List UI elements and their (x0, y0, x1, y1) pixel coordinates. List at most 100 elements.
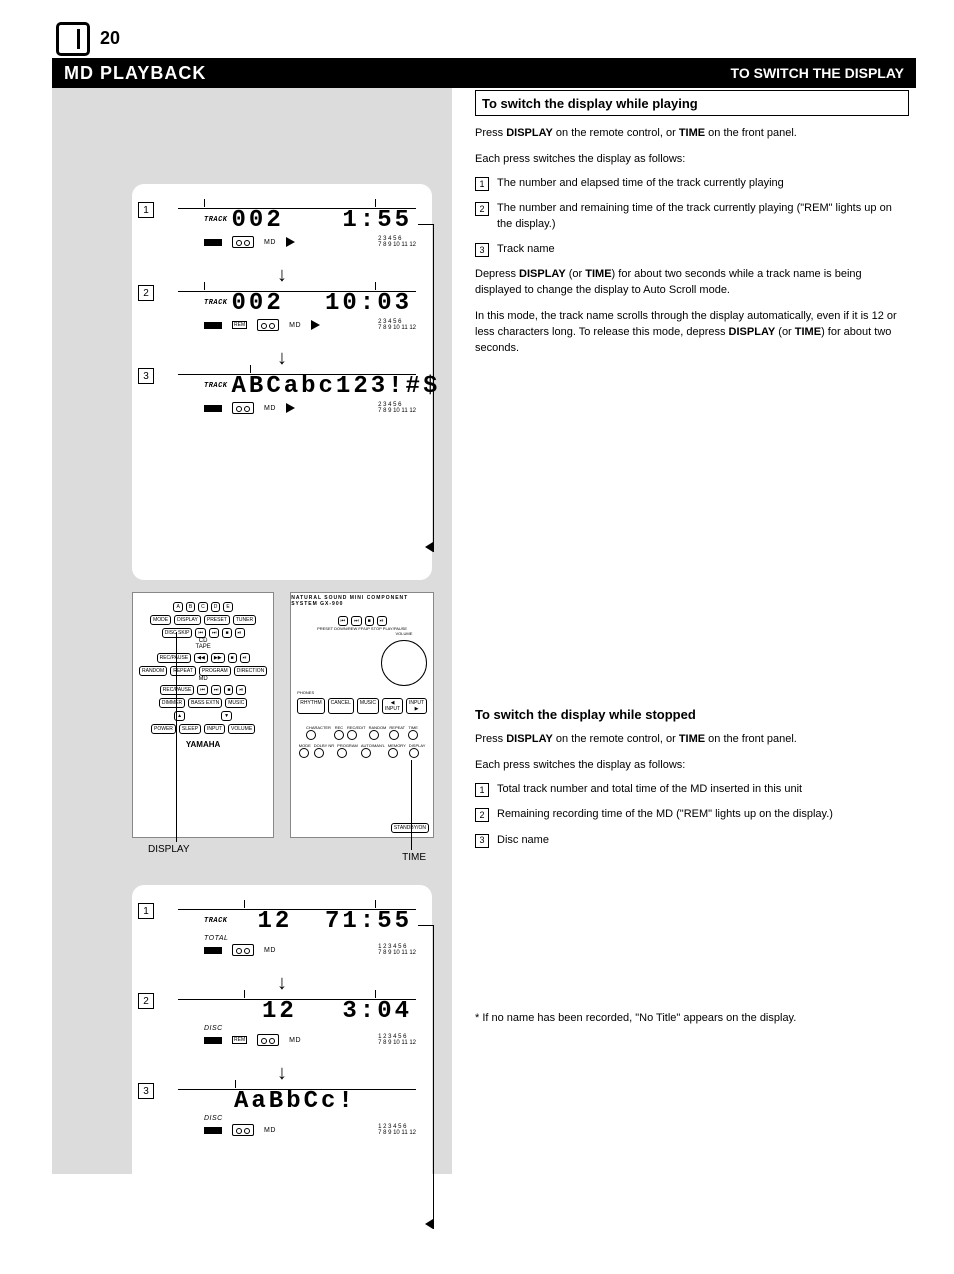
fp-btn[interactable]: MUSIC (357, 698, 379, 714)
remote-btn[interactable]: ⏭ (211, 685, 222, 695)
note-text: Depress DISPLAY (or TIME) for about two … (475, 267, 909, 299)
display-state-1: 1 TRACK002 1:55 MD 2 3 4 5 6 7 8 9 10 11… (148, 210, 416, 248)
model-label: NATURAL SOUND MINI COMPONENT SYSTEM GX-9… (291, 595, 429, 607)
display-state-2: 2 TRACK002 10:03 REM MD 2 3 4 5 6 7 8 9 … (148, 293, 416, 331)
remote-btn[interactable]: ⏭ (209, 628, 220, 638)
remote-display-btn[interactable]: DISPLAY (174, 615, 201, 625)
remote-btn[interactable]: TUNER (233, 615, 256, 625)
remote-btn[interactable]: ▼ (221, 711, 232, 721)
remote-btn[interactable]: PRESET (204, 615, 230, 625)
remote-btn[interactable]: ■ (224, 685, 233, 695)
remote-btn[interactable]: B (186, 602, 195, 612)
fp-btn[interactable]: RHYTHM (297, 698, 324, 714)
level-icon (204, 322, 222, 329)
fp-knob[interactable] (299, 748, 309, 758)
list-item: Disc name (497, 833, 549, 848)
remote-btn[interactable]: ⏮ (197, 685, 208, 695)
remote-btn[interactable]: ⏮ (195, 628, 206, 638)
remote-btn[interactable]: REC/PAUSE (157, 653, 192, 663)
remote-btn[interactable]: E (223, 602, 232, 612)
remote-btn[interactable]: VOLUME (228, 724, 255, 734)
fp-btn[interactable]: ■ (365, 616, 374, 626)
fp-knob[interactable] (337, 748, 347, 758)
display-panel-stopped: 1 TRACK12 71:55 TOTAL MD 1 2 3 4 5 6 7 8… (132, 885, 432, 1257)
md-label: MD (289, 1037, 301, 1044)
remote-btn[interactable]: ⏯ (235, 628, 245, 638)
remote-btn[interactable]: MUSIC (225, 698, 247, 708)
fp-knob[interactable] (306, 730, 316, 740)
state-number: 1 (138, 202, 154, 218)
cassette-icon (232, 1124, 254, 1136)
fp-knob[interactable] (347, 730, 357, 740)
track-label: TRACK (204, 917, 228, 925)
fp-btn[interactable]: CANCEL (328, 698, 354, 714)
fp-time-knob[interactable] (408, 730, 418, 740)
fp-btn[interactable]: ◀ INPUT (382, 698, 403, 714)
remote-btn[interactable]: RANDOM (139, 666, 167, 676)
time-value: 10:03 (325, 290, 412, 317)
remote-btn[interactable]: BASS EXTN (188, 698, 222, 708)
volume-knob[interactable] (381, 640, 427, 686)
display-state-2: 2 12 3:04 DISC REM MD 1 2 3 4 5 6 7 8 9 … (148, 1001, 416, 1046)
knob-label: RANDOM (369, 725, 387, 730)
fp-knob[interactable] (334, 730, 344, 740)
md-label: MD (264, 239, 276, 246)
remote-btn[interactable]: ■ (228, 653, 237, 663)
level-icon (204, 1037, 222, 1044)
list-item: The number and remaining time of the tra… (497, 201, 909, 232)
section-stopped: To switch the display while stopped Pres… (475, 707, 909, 858)
state-number: 3 (138, 1083, 154, 1099)
remote-btn[interactable]: ▶▶ (211, 653, 225, 663)
standby-btn[interactable]: STANDBY/ON (391, 823, 429, 833)
lead-text: Each press switches the display as follo… (475, 758, 909, 774)
remote-btn[interactable]: D (211, 602, 221, 612)
remote-btn[interactable]: ⏯ (240, 653, 250, 663)
remote-btn[interactable]: ⏯ (236, 685, 246, 695)
tape-label: TAPE (139, 644, 267, 650)
remote-btn[interactable]: REPEAT (170, 666, 196, 676)
rem-badge: REM (232, 1036, 247, 1044)
knob-label: DISPLAY (409, 743, 426, 748)
list-number: 1 (475, 177, 489, 191)
fp-knob[interactable] (389, 730, 399, 740)
remote-btn[interactable]: C (198, 602, 208, 612)
remote-btn[interactable]: SLEEP (179, 724, 201, 734)
fp-btn[interactable]: ⏯ (377, 616, 387, 626)
fp-knob[interactable] (388, 748, 398, 758)
fp-knob[interactable] (314, 748, 324, 758)
remote-btn[interactable]: DIMMER (159, 698, 185, 708)
fp-btn[interactable]: ⏭ (351, 616, 362, 626)
page-icon (56, 22, 90, 56)
subheading: To switch the display while stopped (475, 707, 909, 722)
md-label: MD (264, 1127, 276, 1134)
remote-btn[interactable]: POWER (151, 724, 176, 734)
level-icon (204, 947, 222, 954)
remote-btn[interactable]: ■ (222, 628, 231, 638)
track-text: ABCabc123!#$ (232, 373, 441, 400)
remote-btn[interactable]: DISC SKIP (162, 628, 193, 638)
fp-knob[interactable] (361, 748, 371, 758)
play-icon (286, 403, 295, 413)
remote-btn[interactable]: A (173, 602, 182, 612)
list-number: 3 (475, 243, 489, 257)
remote-btn[interactable]: INPUT (204, 724, 225, 734)
time-value: 3:04 (342, 998, 412, 1025)
remote-btn[interactable]: DIRECTION (234, 666, 268, 676)
display-state-3: 3 AaBbCc! DISC MD 1 2 3 4 5 6 7 8 9 10 1… (148, 1091, 416, 1136)
remote-btn[interactable]: PROGRAM (199, 666, 231, 676)
remote-btn[interactable]: MODE (150, 615, 171, 625)
cassette-icon (257, 319, 279, 331)
track-number: 12 (258, 908, 293, 935)
cassette-icon (257, 1034, 279, 1046)
track-grid: 2 3 4 5 6 7 8 9 10 11 12 (378, 236, 416, 248)
fp-btn[interactable]: ⏮ (338, 616, 349, 626)
fp-knob[interactable] (409, 748, 419, 758)
remote-btn[interactable]: ◀◀ (194, 653, 208, 663)
level-icon (204, 239, 222, 246)
state-list: 1Total track number and total time of th… (475, 782, 909, 848)
knob-label: MEMORY (388, 743, 406, 748)
fp-btn[interactable]: INPUT ▶ (406, 698, 427, 714)
remote-btn[interactable]: REC/PAUSE (160, 685, 195, 695)
fp-knob[interactable] (369, 730, 379, 740)
list-item: Track name (497, 242, 555, 257)
